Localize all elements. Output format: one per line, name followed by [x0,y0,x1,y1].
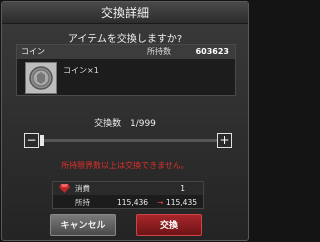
owned-after: 115,435 [165,198,197,207]
slider-handle[interactable] [40,135,44,146]
item-description: コイン×1 [63,66,99,75]
quantity-slider[interactable] [40,139,218,142]
consume-row: 消費 1 [53,182,203,195]
owned-count-label: 所持数 [147,47,171,56]
limit-warning: 所持限界数以上は交換できません。 [61,161,189,170]
cancel-button[interactable]: キャンセル [50,214,116,236]
consume-value: 1 [180,184,185,193]
owned-row: 所持 115,436 → 115,435 [53,196,203,209]
consume-label: 消費 [75,184,90,193]
cost-panel: 消費 1 所持 115,436 → 115,435 [52,181,204,209]
confirm-question: アイテムを交換しますか? [67,34,183,45]
quantity-value: 1/999 [129,119,156,129]
item-header: コイン 所持数 603623 [17,45,235,59]
item-panel: コイン 所持数 603623 コイン×1 [16,44,236,96]
quantity-label: 交換数 [94,119,122,129]
owned-before: 115,436 [117,198,149,207]
quantity-row: 交換数 1/999 [2,116,248,129]
owned-label: 所持 [75,198,90,207]
decrease-button[interactable]: − [24,133,39,148]
exchange-dialog: 交換詳細 アイテムを交換しますか? コイン 所持数 603623 コイン×1 交… [1,1,249,241]
arrow-icon: → [157,198,164,207]
item-name: コイン [21,47,45,56]
dialog-title: 交換詳細 [2,2,248,24]
owned-count-value: 603623 [195,47,229,56]
coin-icon [25,62,57,94]
increase-button[interactable]: + [217,133,232,148]
exchange-button[interactable]: 交換 [136,214,202,236]
